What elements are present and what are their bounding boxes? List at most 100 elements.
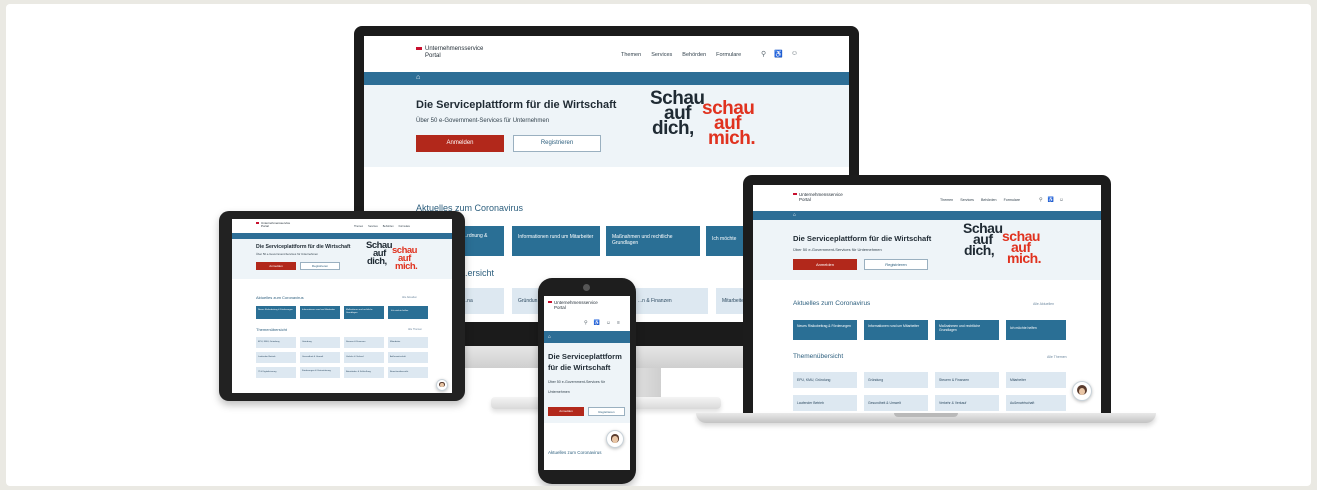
login-button[interactable]: Anmelden — [793, 259, 857, 270]
nav-item-formulare[interactable]: Formulare — [716, 52, 741, 58]
nav-item-themen[interactable]: Themen — [354, 225, 363, 228]
register-button[interactable]: Registrieren — [588, 407, 625, 416]
chat-assistant-avatar[interactable] — [436, 379, 448, 391]
chat-assistant-avatar[interactable] — [606, 430, 624, 448]
site-logo[interactable]: Unternehmensservice Portal — [548, 300, 598, 311]
themen-tile-7[interactable]: Verkehr & Verkauf — [344, 352, 384, 363]
tablet: Unternehmensservice Portal Themen Service… — [219, 211, 465, 401]
user-icon[interactable]: ☺ — [606, 320, 611, 326]
chat-assistant-avatar[interactable] — [1072, 381, 1092, 401]
nav-item-behoerden[interactable]: Behörden — [981, 198, 997, 202]
themen-heading: Themenübersicht — [793, 353, 844, 360]
corona-tile-3[interactable]: Maßnahmen und rechtliche Grundlagen — [935, 320, 999, 340]
themen-tile-3[interactable]: Steuern & Finanzen — [935, 372, 999, 388]
accessibility-icon[interactable]: ♿ — [594, 320, 600, 326]
search-icon[interactable]: ⚲ — [761, 50, 766, 58]
user-icon[interactable]: ☺ — [1059, 197, 1064, 203]
themen-tile-8[interactable]: Außenwirtschaft — [1006, 395, 1066, 411]
themen-tile-4[interactable]: Mitarbeiter — [388, 337, 428, 348]
corona-tile-1[interactable]: Neues Risikobeitrag & Förderungen — [793, 320, 857, 340]
hero-subtitle: Über 50 e-Government-Services für Untern… — [416, 118, 550, 124]
hero-title: Die Serviceplattform für die Wirtschaft — [548, 352, 622, 372]
nav-item-themen[interactable]: Themen — [621, 52, 641, 58]
themen-tile-1[interactable]: EPU, KMU, Gründung — [793, 372, 857, 388]
site-logo[interactable]: Unternehmensservice Portal — [416, 46, 483, 59]
themen-tile-6[interactable]: Gesundheit & Umwelt — [864, 395, 928, 411]
register-button[interactable]: Registrieren — [300, 262, 340, 270]
laptop-notch — [894, 413, 958, 417]
themen-tile-6[interactable]: Gesundheit & Umwelt — [300, 352, 340, 363]
themen-more-link[interactable]: Alle Themen — [408, 328, 422, 331]
themen-tile-1[interactable]: EPU, KMU, Gründung — [256, 337, 296, 348]
accessibility-icon[interactable]: ♿ — [1048, 197, 1054, 203]
corona-tile-2[interactable]: Informationen rund um Mitarbeiter — [864, 320, 928, 340]
themen-heading: Themenübersicht — [256, 327, 287, 332]
themen-tile-4[interactable]: Mitarbeiter — [1006, 372, 1066, 388]
search-icon[interactable]: ⚲ — [584, 320, 588, 326]
register-button[interactable]: Registrieren — [513, 135, 601, 152]
nav-item-services[interactable]: Services — [651, 52, 672, 58]
hero-subtitle: Über 50 e-Government-Services für Untern… — [793, 247, 882, 252]
site-logo[interactable]: Unternehmensservice Portal — [793, 192, 843, 203]
home-icon[interactable]: ⌂ — [548, 334, 551, 340]
hero-subtitle: Über 50 e-Government-Services für Untern… — [256, 252, 319, 256]
themen-tile-9[interactable]: IT & Digitalisierung — [256, 367, 296, 378]
themen-tile-10[interactable]: Förderungen & Unterstützung — [300, 367, 340, 378]
corona-heading: Aktuelles zum Coronavirus — [793, 300, 871, 307]
nav-item-formulare[interactable]: Formulare — [399, 225, 410, 228]
nav-item-behoerden[interactable]: Behörden — [383, 225, 394, 228]
nav-item-themen[interactable]: Themen — [940, 198, 953, 202]
smartphone: Unternehmensservice Portal ⚲ ♿ ☺ ≡ ⌂ Die … — [538, 278, 636, 484]
login-button[interactable]: Anmelden — [416, 135, 504, 152]
themen-tile-5[interactable]: Laufender Betrieb — [793, 395, 857, 411]
themen-tile-5[interactable]: Laufender Betrieb — [256, 352, 296, 363]
header-icons: ⚲ ♿ ☺ — [761, 50, 798, 58]
main-nav: Themen Services Behörden Formulare — [621, 52, 741, 58]
login-button[interactable]: Anmelden — [548, 407, 584, 416]
accessibility-icon[interactable]: ♿ — [774, 50, 783, 58]
themen-tile-11[interactable]: Betriebsbe- & Schließung — [344, 367, 384, 378]
home-icon[interactable]: ⌂ — [416, 74, 420, 81]
register-button[interactable]: Registrieren — [864, 259, 928, 270]
login-button[interactable]: Anmelden — [256, 262, 296, 270]
themen-tile-2[interactable]: Gründung — [864, 372, 928, 388]
phone-camera — [583, 284, 590, 291]
hero-section: Die Serviceplattform für die Wirtschaft Ü… — [544, 343, 630, 423]
phone-screen: Unternehmensservice Portal ⚲ ♿ ☺ ≡ ⌂ Die … — [544, 296, 630, 470]
nav-item-services[interactable]: Services — [960, 198, 974, 202]
themen-heading: ...ersicht — [460, 268, 495, 278]
search-icon[interactable]: ⚲ — [1039, 197, 1043, 203]
corona-tile-4[interactable]: Ich möchte helfen — [388, 306, 428, 319]
themen-tile-12[interactable]: Branchenübersicht — [388, 367, 428, 378]
corona-tile-4[interactable]: Ich möchte helfen — [1006, 320, 1066, 340]
corona-tile-2[interactable]: Informationen rund um Mitarbeiter — [300, 306, 340, 319]
themen-tile-1[interactable]: ...na — [460, 288, 504, 314]
menu-icon[interactable]: ≡ — [617, 320, 620, 326]
home-icon[interactable]: ⌂ — [793, 212, 796, 218]
themen-tile-3[interactable]: ...n & Finanzen — [632, 288, 708, 314]
corona-more-link[interactable]: Alle Aktuellen — [1033, 302, 1054, 306]
main-nav: Themen Services Behörden Formulare — [354, 225, 410, 228]
laptop-screen: Unternehmensservice Portal Themen Service… — [753, 185, 1101, 413]
corona-heading: Aktuelles zum Coronavirus — [256, 295, 304, 300]
corona-tile-3[interactable]: Maßnahmen und rechtliche Grundlagen — [344, 306, 384, 319]
themen-tile-7[interactable]: Verkehr & Verkauf — [935, 395, 999, 411]
themen-tile-2[interactable]: Gründung — [300, 337, 340, 348]
themen-more-link[interactable]: Alle Themen — [1047, 355, 1067, 359]
corona-tile-1[interactable]: Neues Risikobeitrag & Förderungen — [256, 306, 296, 319]
nav-item-formulare[interactable]: Formulare — [1004, 198, 1020, 202]
corona-more-link[interactable]: Alle Aktuellen — [402, 296, 417, 299]
header-icons: ⚲ ♿ ☺ — [1039, 197, 1064, 203]
site-logo[interactable]: Unternehmensservice Portal — [256, 221, 290, 229]
corona-tile-1[interactable]: ...rdnung & — [460, 226, 504, 256]
corona-tile-2[interactable]: Informationen rund um Mitarbeiter — [512, 226, 600, 256]
user-icon[interactable]: ☺ — [791, 50, 798, 58]
campaign-slogan: Schau auf dich, schau auf mich. — [650, 88, 756, 149]
nav-item-services[interactable]: Services — [368, 225, 378, 228]
themen-tile-8[interactable]: Außenwirtschaft — [388, 352, 428, 363]
nav-item-behoerden[interactable]: Behörden — [682, 52, 706, 58]
corona-tile-3[interactable]: Maßnahmen und rechtliche Grundlagen — [606, 226, 700, 256]
hero-title: Die Serviceplattform für die Wirtschaft — [416, 99, 617, 111]
themen-tile-3[interactable]: Steuern & Finanzen — [344, 337, 384, 348]
hero-section: Die Serviceplattform für die Wirtschaft … — [753, 220, 1101, 280]
